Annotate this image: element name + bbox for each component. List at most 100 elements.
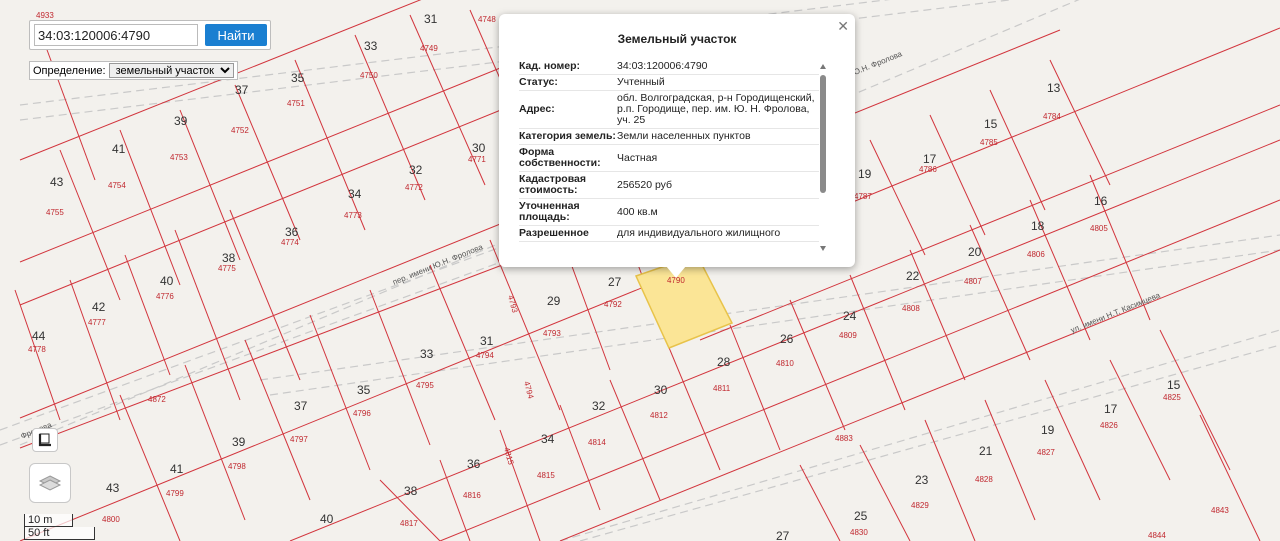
parcel-number-label: 20 xyxy=(968,245,982,259)
map-scale: 10 m 50 ft xyxy=(24,514,95,540)
parcel-id-label: 4827 xyxy=(1037,448,1055,457)
attribute-value: для индивидуального жилищного xyxy=(617,227,781,239)
parcel-info-popup: ✕ Земельный участок Кад. номер: 34:03:120… xyxy=(499,14,855,267)
attribute-key: Адрес: xyxy=(519,103,555,115)
scroll-thumb[interactable] xyxy=(820,75,826,193)
parcel-number-label: 35 xyxy=(357,383,371,397)
parcel-number-label: 35 xyxy=(291,71,305,85)
parcel-id-label: 4772 xyxy=(405,183,423,192)
parcel-number-label: 13 xyxy=(1047,81,1061,95)
parcel-id-label: 4808 xyxy=(902,304,920,313)
scale-imperial: 50 ft xyxy=(24,527,95,540)
parcel-id-label: 4777 xyxy=(88,318,106,327)
parcel-id-label: 4826 xyxy=(1100,421,1118,430)
parcel-id-label: 4843 xyxy=(1211,506,1229,515)
scroll-down-icon[interactable] xyxy=(820,246,826,251)
parcel-id-label: 4816 xyxy=(463,491,481,500)
parcel-id-label: 4830 xyxy=(850,528,868,537)
definition-selector: Определение: земельный участок xyxy=(29,61,238,80)
attribute-row: Кадастровая стоимость: 256520 руб xyxy=(519,172,819,199)
parcel-id-label: 4798 xyxy=(228,462,246,471)
parcel-id-label: 4776 xyxy=(156,292,174,301)
parcel-id-label: 4750 xyxy=(360,71,378,80)
parcel-id-label: 4817 xyxy=(400,519,418,528)
parcel-number-label: 40 xyxy=(320,512,334,526)
parcel-number-label: 23 xyxy=(915,473,929,487)
parcel-id-label: 4751 xyxy=(287,99,305,108)
attribute-value: Учтенный xyxy=(617,76,665,88)
parcel-id-label: 4754 xyxy=(108,181,126,190)
parcel-number-label: 34 xyxy=(348,187,362,201)
parcel-id-label: 4829 xyxy=(911,501,929,510)
parcel-id-label: 4800 xyxy=(102,515,120,524)
parcel-id-label: 4786 xyxy=(919,165,937,174)
parcel-id-label: 4792 xyxy=(604,300,622,309)
parcel-id-label: 4773 xyxy=(344,211,362,220)
measure-button[interactable] xyxy=(32,428,58,452)
parcel-number-label: 40 xyxy=(160,274,174,288)
parcel-number-label: 15 xyxy=(984,117,998,131)
parcel-number-label: 37 xyxy=(294,399,308,413)
parcel-id-label: 4778 xyxy=(28,345,46,354)
parcel-number-label: 32 xyxy=(592,399,606,413)
parcel-id-label: 4797 xyxy=(290,435,308,444)
parcel-id-label: 4812 xyxy=(650,411,668,420)
parcel-number-label: 44 xyxy=(32,329,46,343)
attribute-value: Земли населенных пунктов xyxy=(617,130,751,142)
parcel-number-label: 21 xyxy=(979,444,993,458)
layers-button[interactable] xyxy=(29,463,71,503)
parcel-number-label: 26 xyxy=(780,332,794,346)
attribute-value: 34:03:120006:4790 xyxy=(617,60,708,72)
parcel-number-label: 39 xyxy=(232,435,246,449)
parcel-number-label: 42 xyxy=(92,300,106,314)
parcel-id-label: 4883 xyxy=(835,434,853,443)
parcel-id-label: 4872 xyxy=(148,395,166,404)
parcel-id-label: 4775 xyxy=(218,264,236,273)
parcel-number-label: 38 xyxy=(404,484,418,498)
parcel-number-label: 37 xyxy=(235,83,249,97)
parcel-number-label: 43 xyxy=(50,175,64,189)
parcel-number-label: 41 xyxy=(170,462,184,476)
parcel-number-label: 27 xyxy=(608,275,622,289)
attribute-row: Категория земель: Земли населенных пункто… xyxy=(519,129,819,145)
cadastral-number-input[interactable] xyxy=(34,24,198,46)
parcel-attributes-table: Кад. номер: 34:03:120006:4790 Статус: Учте… xyxy=(519,59,819,255)
parcel-number-label: 16 xyxy=(1094,194,1108,208)
parcel-number-label: 28 xyxy=(717,355,731,369)
popup-title: Земельный участок xyxy=(617,32,737,46)
parcel-id-label: 4809 xyxy=(839,331,857,340)
parcel-number-label: 17 xyxy=(923,152,937,166)
attribute-row: Уточненная площадь: 400 кв.м xyxy=(519,199,819,226)
attribute-value: 256520 руб xyxy=(617,178,673,191)
parcel-id-label: 4844 xyxy=(1148,531,1166,540)
search-button[interactable]: Найти xyxy=(205,24,267,46)
parcel-number-label: 31 xyxy=(424,12,438,26)
parcel-id-label: 4795 xyxy=(416,381,434,390)
definition-label: Определение: xyxy=(33,64,106,77)
parcel-number-label: 27 xyxy=(776,529,790,541)
attribute-key: Статус: xyxy=(519,76,558,88)
scroll-up-icon[interactable] xyxy=(820,64,826,69)
parcel-id-label: 4753 xyxy=(170,153,188,162)
attribute-row: Разрешенное для индивидуального жилищного xyxy=(519,226,819,242)
parcel-id-label: 4811 xyxy=(713,384,731,393)
definition-select[interactable]: земельный участок xyxy=(108,63,234,78)
parcel-id-label: 4749 xyxy=(420,44,438,53)
popup-scrollbar[interactable] xyxy=(817,60,829,254)
parcel-number-label: 25 xyxy=(854,509,868,523)
parcel-number-label: 17 xyxy=(1104,402,1118,416)
parcel-id-label: 4805 xyxy=(1090,224,1108,233)
attribute-key: Форма собственности: xyxy=(519,146,601,169)
parcel-number-label: 30 xyxy=(654,383,668,397)
parcel-number-label: 36 xyxy=(285,225,299,239)
measure-icon xyxy=(38,433,51,447)
parcel-number-label: 43 xyxy=(106,481,120,495)
attribute-row: Форма собственности: Частная xyxy=(519,145,819,172)
parcel-number-label: 33 xyxy=(420,347,434,361)
parcel-number-label: 18 xyxy=(1031,219,1045,233)
parcel-id-label: 4785 xyxy=(980,138,998,147)
parcel-id-label: 4814 xyxy=(588,438,606,447)
parcel-number-label: 19 xyxy=(858,167,872,181)
parcel-number-label: 24 xyxy=(843,309,857,323)
parcel-id-label: 4825 xyxy=(1163,393,1181,402)
